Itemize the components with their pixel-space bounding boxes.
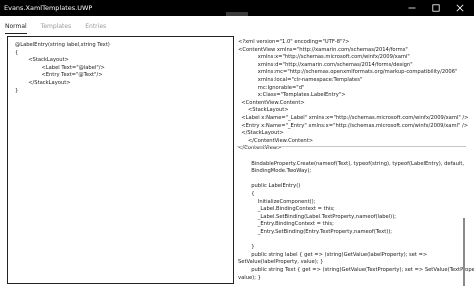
tab-bar: Normal Templates Entries [5, 22, 120, 34]
app-window: Evans.XamlTemplates.UWP Normal Templates… [0, 0, 474, 295]
close-icon [456, 4, 464, 12]
template-source-text[interactable]: @LabelEntry(string label,string Text) { … [15, 42, 110, 95]
minimize-icon [408, 7, 416, 9]
tab-templates[interactable]: Templates [41, 22, 72, 34]
tab-normal[interactable]: Normal [5, 22, 27, 34]
template-editor[interactable]: @LabelEntry(string label,string Text) { … [7, 36, 234, 284]
code-scrollbar-thumb[interactable] [463, 218, 465, 286]
xaml-output-text: <?xml version="1.0" encoding="UTF-8"?> <… [238, 39, 469, 152]
tab-entries[interactable]: Entries [85, 22, 106, 34]
title-bar: Evans.XamlTemplates.UWP [0, 0, 474, 16]
close-button[interactable] [446, 0, 474, 16]
csharp-output-text: BindableProperty.Create(nameof(Text), ty… [238, 160, 474, 281]
output-divider [237, 146, 466, 147]
window-title: Evans.XamlTemplates.UWP [4, 4, 93, 12]
title-bar-indicator [226, 12, 248, 16]
maximize-icon [432, 4, 440, 12]
